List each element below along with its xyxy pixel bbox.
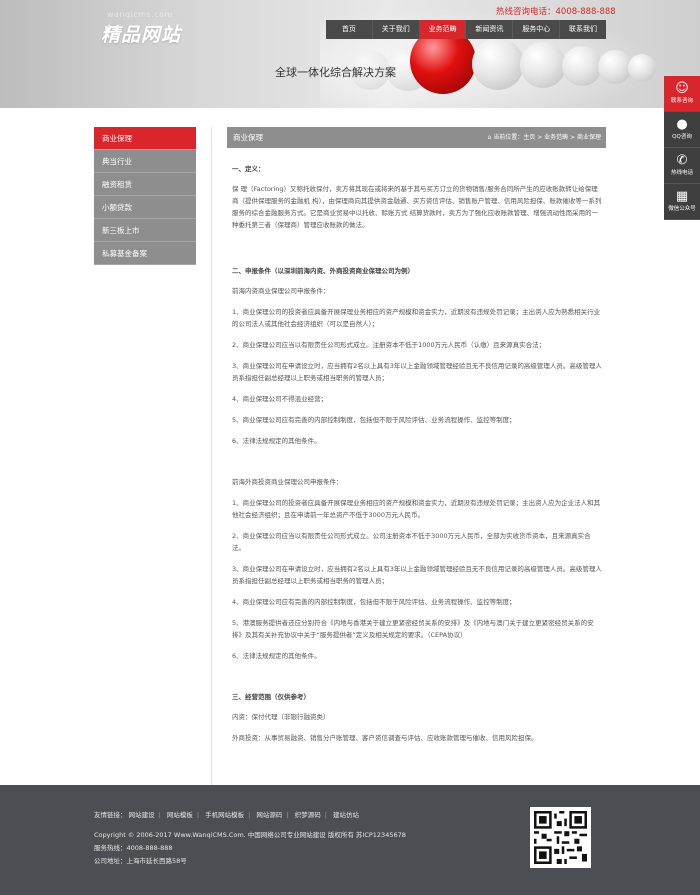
nav-item-news[interactable]: 新闻资讯: [466, 20, 514, 39]
qrcode-icon: ▦: [675, 189, 689, 204]
banner-ball: [562, 46, 602, 86]
section-heading: 二、申报条件（以深圳前海内资、外商投资商业保理公司为例）: [232, 267, 414, 275]
sidebar-item-microloan[interactable]: 小额贷款: [94, 196, 196, 219]
paragraph: 外商投资：从事贸易融资、销售分户账管理、客户资信调查与评估、应收账款管理与催收、…: [232, 734, 538, 742]
friend-link[interactable]: 建站仿站: [333, 811, 359, 819]
friend-link[interactable]: 织梦源码: [295, 811, 321, 819]
banner-slogan: 全球一体化综合解决方案: [275, 66, 396, 79]
page-title: 商业保理: [233, 133, 263, 142]
paragraph: 2、商业保理公司应当以有限责任公司形式成立。公司注册资本不低于3000万元人民币…: [232, 532, 591, 552]
logo[interactable]: 精品网站: [101, 20, 181, 47]
nav-item-business[interactable]: 业务范畴: [419, 20, 467, 39]
paragraph: 1、商业保理公司的投资者应具备开展保理业务相应的资产规模和资金实力，近期没有违规…: [232, 308, 601, 328]
nav-item-about[interactable]: 关于我们: [373, 20, 420, 39]
paragraph: 3、商业保理公司在申请设立时，应当拥有2名以上具有3年以上金融领域管理经验且无不…: [232, 565, 602, 585]
friend-link[interactable]: 网站模板: [167, 811, 193, 819]
banner-ball: [628, 54, 656, 82]
qq-icon: ●: [676, 117, 688, 132]
header-banner: wanqicms.com 精品网站 热线咨询电话：4008-888-888 首页…: [0, 0, 700, 108]
logo-domain: wanqicms.com: [107, 10, 173, 19]
friend-links-label: 友情链接：: [94, 811, 127, 819]
hotline-text: 热线咨询电话：4008-888-888: [496, 7, 616, 17]
column-divider: [211, 127, 212, 785]
float-phone-button[interactable]: ✆ 热线电话: [664, 148, 700, 184]
float-phone-label: 热线电话: [670, 170, 693, 176]
paragraph: 2、商业保理公司应当以有限责任公司形式成立。注册资本不低于1000万元人民币（认…: [232, 341, 546, 349]
banner-ball: [598, 50, 632, 84]
sidebar: 商业保理 典当行业 融资租赁 小额贷款 新三板上市 私募基金备案: [94, 127, 196, 265]
sidebar-item-private-fund[interactable]: 私募基金备案: [94, 242, 196, 265]
sidebar-item-factoring[interactable]: 商业保理: [94, 127, 196, 150]
sidebar-item-pawn[interactable]: 典当行业: [94, 150, 196, 173]
nav-item-contact[interactable]: 联系我们: [560, 20, 606, 39]
paragraph: 保 理（Factoring）又称托收保付，卖方将其现在或将来的基于其与买方订立的…: [232, 185, 602, 229]
paragraph: 5、港澳服务提供者还应分别符合《内地与香港关于建立更紧密经贸关系的安排》及《内地…: [232, 619, 594, 639]
paragraph: 6、法律法规规定的其他条件。: [232, 652, 321, 660]
sidebar-item-neeq[interactable]: 新三板上市: [94, 219, 196, 242]
qrcode-icon: [534, 811, 587, 864]
banner-ball: [520, 42, 566, 88]
footer-phone: 服务热线：4008-888-888: [94, 844, 173, 852]
float-toolbar: ☺ 联系咨询 ● QQ咨询 ✆ 热线电话 ▦ 微信公众号: [664, 76, 700, 220]
float-qq-label: QQ咨询: [672, 134, 692, 140]
nav-item-service[interactable]: 服务中心: [513, 20, 561, 39]
float-wechat-label: 微信公众号: [668, 206, 696, 212]
paragraph: 4、商业保理公司应有完善的内部控制制度，包括但不限于风险评估、业务流程操作、监控…: [232, 598, 516, 606]
paragraph: 4、商业保理公司不得混业经营；: [232, 395, 328, 403]
person-icon: ☺: [675, 81, 689, 96]
paragraph: 前海内资商业保理公司申报条件：: [232, 287, 330, 295]
qrcode-image: [530, 807, 591, 868]
friend-link[interactable]: 网站源码: [256, 811, 282, 819]
paragraph: 1、商业保理公司的投资者应具备开展保理业务相应的资产规模和资金实力，近期没有违规…: [232, 499, 601, 519]
phone-icon: ✆: [676, 153, 688, 168]
section-heading: 一、定义：: [232, 165, 265, 173]
main-nav: 首页 关于我们 业务范畴 新闻资讯 服务中心 联系我们: [326, 20, 606, 39]
breadcrumb[interactable]: ⌂ 当前位置：主页 > 业务范畴 > 商业保理: [488, 127, 601, 148]
float-contact-button[interactable]: ☺ 联系咨询: [664, 76, 700, 112]
float-contact-label: 联系咨询: [670, 98, 693, 104]
section-heading: 三、经营范围（仅供参考）: [232, 693, 310, 701]
float-wechat-button[interactable]: ▦ 微信公众号: [664, 184, 700, 220]
friend-links: 友情链接： 网站建设 | 网站模板 | 手机网站模板 | 网站源码 | 织梦源码 | 建站…: [94, 811, 359, 819]
friend-link[interactable]: 网站建设: [129, 811, 155, 819]
sidebar-item-leasing[interactable]: 融资租赁: [94, 173, 196, 196]
paragraph: 5、商业保理公司应有完善的内部控制制度，包括但不限于风险评估、业务流程操作、监控…: [232, 416, 516, 424]
banner-ball: [472, 38, 524, 90]
content-header: 商业保理 ⌂ 当前位置：主页 > 业务范畴 > 商业保理: [227, 127, 606, 148]
paragraph: 3、商业保理公司在申请设立时，应当拥有2名以上具有3年以上金融领域管理经验且无不…: [232, 362, 602, 382]
friend-link[interactable]: 手机网站模板: [205, 811, 244, 819]
footer: 友情链接： 网站建设 | 网站模板 | 手机网站模板 | 网站源码 | 织梦源码 | 建站…: [0, 785, 700, 895]
paragraph: 内资：保付代理（非银行融资类）: [232, 713, 330, 721]
paragraph: 前海外商投资商业保理公司申报条件：: [232, 478, 343, 486]
nav-item-home[interactable]: 首页: [326, 20, 373, 39]
footer-address: 公司地址：上海市延长西路58号: [94, 857, 187, 865]
float-qq-button[interactable]: ● QQ咨询: [664, 112, 700, 148]
paragraph: 6、法律法规规定的其他条件。: [232, 437, 321, 445]
copyright-text: Copyright © 2006-2017 Www.WanqiCMS.Com. …: [94, 831, 406, 839]
